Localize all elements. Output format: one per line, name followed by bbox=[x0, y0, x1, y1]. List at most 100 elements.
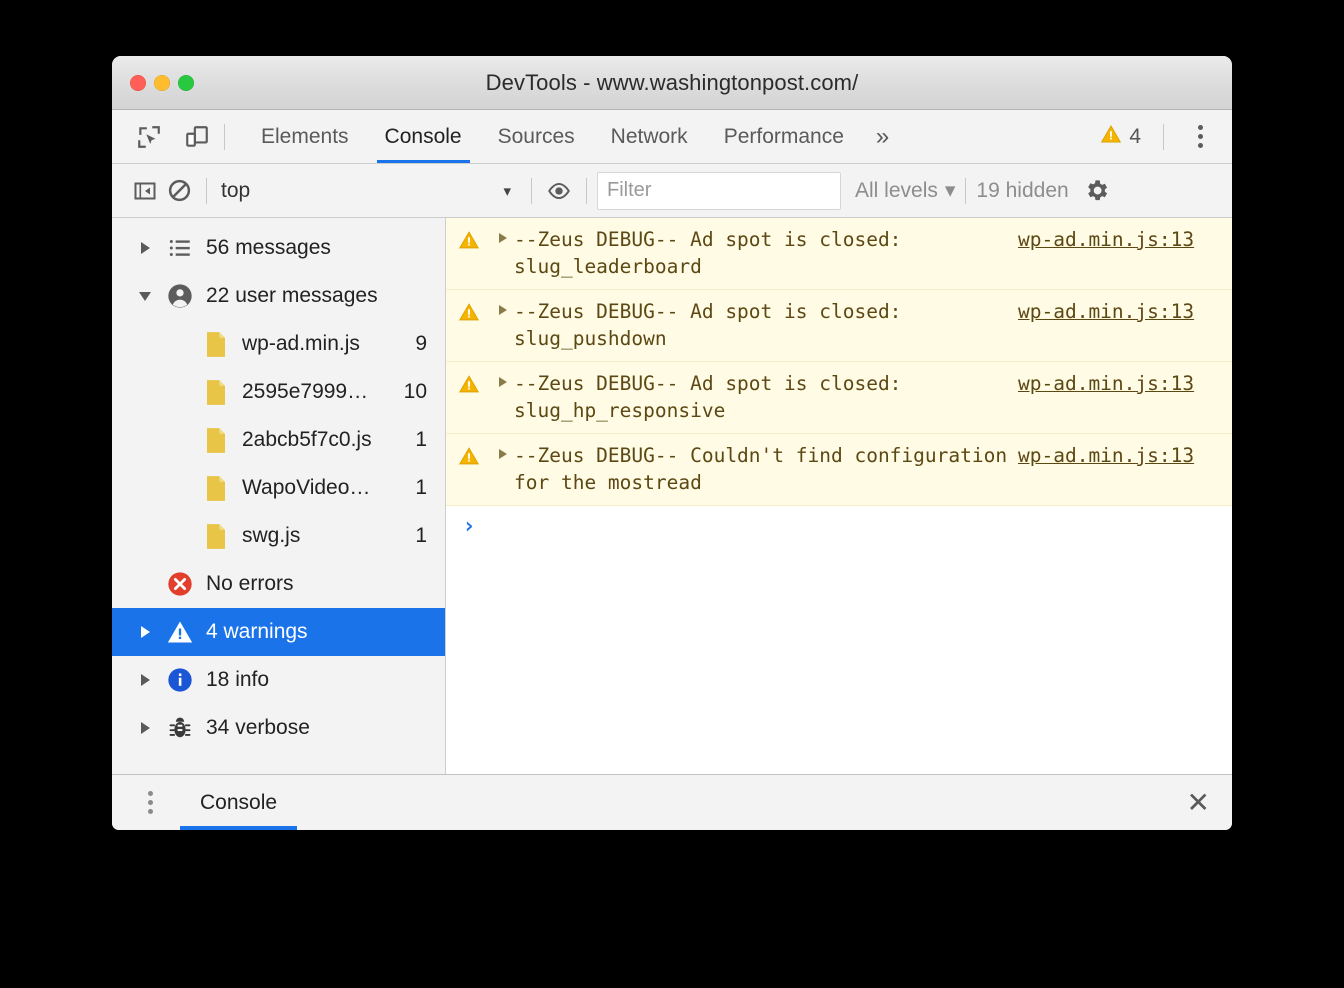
tab-network[interactable]: Network bbox=[593, 110, 706, 163]
console-message-source-link[interactable]: wp-ad.min.js:13 bbox=[1018, 370, 1232, 397]
chevron-down-icon: ▾ bbox=[944, 179, 956, 202]
console-message-text: --Zeus DEBUG-- Ad spot is closed: slug_l… bbox=[514, 228, 914, 278]
file-icon bbox=[196, 523, 236, 550]
sidebar-item-swg-js[interactable]: swg.js 1 bbox=[112, 512, 445, 560]
tab-performance[interactable]: Performance bbox=[706, 110, 862, 163]
tab-console[interactable]: Console bbox=[367, 110, 480, 163]
sidebar-item-label: No errors bbox=[206, 572, 294, 595]
expand-triangle-icon[interactable] bbox=[492, 442, 514, 459]
console-message-row[interactable]: --Zeus DEBUG-- Ad spot is closed: slug_l… bbox=[446, 218, 1232, 290]
sidebar-item-label: 22 user messages bbox=[206, 284, 378, 307]
console-message-text: --Zeus DEBUG-- Couldn't find configurati… bbox=[514, 444, 1019, 494]
sidebar-item-label: swg.js bbox=[242, 524, 301, 547]
tab-elements[interactable]: Elements bbox=[243, 110, 367, 163]
console-message-source-link[interactable]: wp-ad.min.js:13 bbox=[1018, 298, 1232, 325]
console-message-row[interactable]: --Zeus DEBUG-- Couldn't find configurati… bbox=[446, 434, 1232, 506]
sidebar-item-count: 1 bbox=[415, 476, 427, 499]
file-icon bbox=[196, 475, 236, 502]
toolbar-divider-2 bbox=[531, 177, 532, 204]
expand-triangle-icon[interactable] bbox=[130, 626, 160, 638]
expand-triangle-icon[interactable] bbox=[130, 722, 160, 734]
toolbar-divider-4 bbox=[965, 177, 967, 204]
minimize-window-button[interactable] bbox=[154, 74, 170, 91]
zoom-window-button[interactable] bbox=[178, 74, 194, 91]
screenshot-root: DevTools - www.washingtonpost.com/ Eleme… bbox=[0, 0, 1344, 988]
warning-count-text: 4 bbox=[1129, 124, 1141, 148]
window-title: DevTools - www.washingtonpost.com/ bbox=[485, 69, 859, 95]
sidebar-item-wapovideo[interactable]: WapoVideo… 1 bbox=[112, 464, 445, 512]
console-sidebar: 56 messages 22 user messages wp-ad.min.j… bbox=[112, 218, 446, 774]
console-message-source-link[interactable]: wp-ad.min.js:13 bbox=[1018, 442, 1232, 469]
execution-context-select[interactable]: top ▾ bbox=[221, 179, 521, 203]
execution-context-value: top bbox=[221, 178, 251, 202]
prompt-chevron-icon: › bbox=[462, 514, 476, 539]
warning-triangle-icon bbox=[446, 370, 492, 395]
inspect-element-icon[interactable] bbox=[132, 120, 166, 154]
sidebar-item-label: 34 verbose bbox=[206, 716, 310, 739]
sidebar-item-count: 9 bbox=[415, 332, 427, 355]
log-level-select[interactable]: All levels ▾ bbox=[855, 178, 955, 203]
error-icon bbox=[160, 570, 200, 598]
log-level-value: All levels bbox=[855, 178, 938, 202]
console-sidebar-toggle-icon[interactable] bbox=[128, 174, 162, 208]
console-message-list: --Zeus DEBUG-- Ad spot is closed: slug_l… bbox=[446, 218, 1232, 774]
device-toolbar-icon[interactable] bbox=[180, 120, 214, 154]
sidebar-item-user-messages[interactable]: 22 user messages bbox=[112, 272, 445, 320]
console-message-row[interactable]: --Zeus DEBUG-- Ad spot is closed: slug_p… bbox=[446, 290, 1232, 362]
tab-bar-divider bbox=[224, 123, 225, 150]
close-icon[interactable]: ✕ bbox=[1187, 788, 1210, 817]
warning-triangle-icon bbox=[446, 442, 492, 467]
warning-count-badge[interactable]: 4 bbox=[1100, 123, 1153, 151]
drawer-tab-bar: Console ✕ bbox=[112, 774, 1232, 830]
expand-triangle-icon[interactable] bbox=[130, 674, 160, 686]
console-prompt[interactable]: › bbox=[446, 506, 1232, 552]
devtools-main-menu-icon[interactable] bbox=[1184, 121, 1216, 153]
title-bar: DevTools - www.washingtonpost.com/ bbox=[112, 56, 1232, 110]
drawer-menu-icon[interactable] bbox=[134, 786, 166, 820]
toolbar-divider-3 bbox=[586, 177, 587, 204]
warning-triangle-icon bbox=[446, 226, 492, 251]
sidebar-item-count: 1 bbox=[415, 428, 427, 451]
chevron-down-icon: ▾ bbox=[503, 182, 511, 200]
tab-sources[interactable]: Sources bbox=[480, 110, 593, 163]
warning-icon bbox=[160, 618, 200, 646]
sidebar-item-label: 56 messages bbox=[206, 236, 331, 259]
sidebar-item-count: 1 bbox=[415, 524, 427, 547]
expand-triangle-icon[interactable] bbox=[492, 370, 514, 387]
settings-gear-icon[interactable] bbox=[1083, 177, 1110, 204]
sidebar-item-no-errors[interactable]: No errors bbox=[112, 560, 445, 608]
collapse-triangle-icon[interactable] bbox=[130, 291, 160, 301]
sidebar-item-messages[interactable]: 56 messages bbox=[112, 224, 445, 272]
sidebar-item-warnings[interactable]: 4 warnings bbox=[112, 608, 445, 656]
expand-triangle-icon[interactable] bbox=[130, 242, 160, 254]
file-icon bbox=[196, 427, 236, 454]
sidebar-item-label: WapoVideo… bbox=[242, 476, 371, 499]
panel-tabs: Elements Console Sources Network Perform… bbox=[243, 110, 903, 163]
close-window-button[interactable] bbox=[130, 74, 146, 91]
console-message-text: --Zeus DEBUG-- Ad spot is closed: slug_h… bbox=[514, 372, 914, 422]
file-icon bbox=[196, 379, 236, 406]
sidebar-item-wp-ad-min-js[interactable]: wp-ad.min.js 9 bbox=[112, 320, 445, 368]
sidebar-item-verbose[interactable]: 34 verbose bbox=[112, 704, 445, 752]
more-tabs-chevron-icon[interactable]: » bbox=[862, 110, 903, 163]
sidebar-item-count: 10 bbox=[403, 380, 427, 403]
sidebar-item-info[interactable]: 18 info bbox=[112, 656, 445, 704]
expand-triangle-icon[interactable] bbox=[492, 226, 514, 243]
warning-triangle-icon bbox=[1100, 123, 1122, 151]
console-message-row[interactable]: --Zeus DEBUG-- Ad spot is closed: slug_h… bbox=[446, 362, 1232, 434]
expand-triangle-icon[interactable] bbox=[492, 298, 514, 315]
console-message-source-link[interactable]: wp-ad.min.js:13 bbox=[1018, 226, 1232, 253]
console-message-text: --Zeus DEBUG-- Ad spot is closed: slug_p… bbox=[514, 300, 914, 350]
person-icon bbox=[160, 282, 200, 310]
bug-icon bbox=[160, 715, 200, 741]
sidebar-item-2595e7999[interactable]: 2595e7999… 10 bbox=[112, 368, 445, 416]
list-icon bbox=[160, 235, 200, 261]
console-filter-input[interactable]: Filter bbox=[597, 171, 841, 210]
console-toolbar: top ▾ Filter All levels ▾ 19 hidden bbox=[112, 164, 1232, 218]
drawer-tab-console[interactable]: Console bbox=[180, 775, 298, 830]
live-expression-eye-icon[interactable] bbox=[542, 174, 576, 208]
devtools-window: DevTools - www.washingtonpost.com/ Eleme… bbox=[112, 56, 1232, 830]
sidebar-item-2abcb5f7c0-js[interactable]: 2abcb5f7c0.js 1 bbox=[112, 416, 445, 464]
tab-bar-right-divider bbox=[1163, 123, 1164, 150]
clear-console-icon[interactable] bbox=[162, 174, 196, 208]
